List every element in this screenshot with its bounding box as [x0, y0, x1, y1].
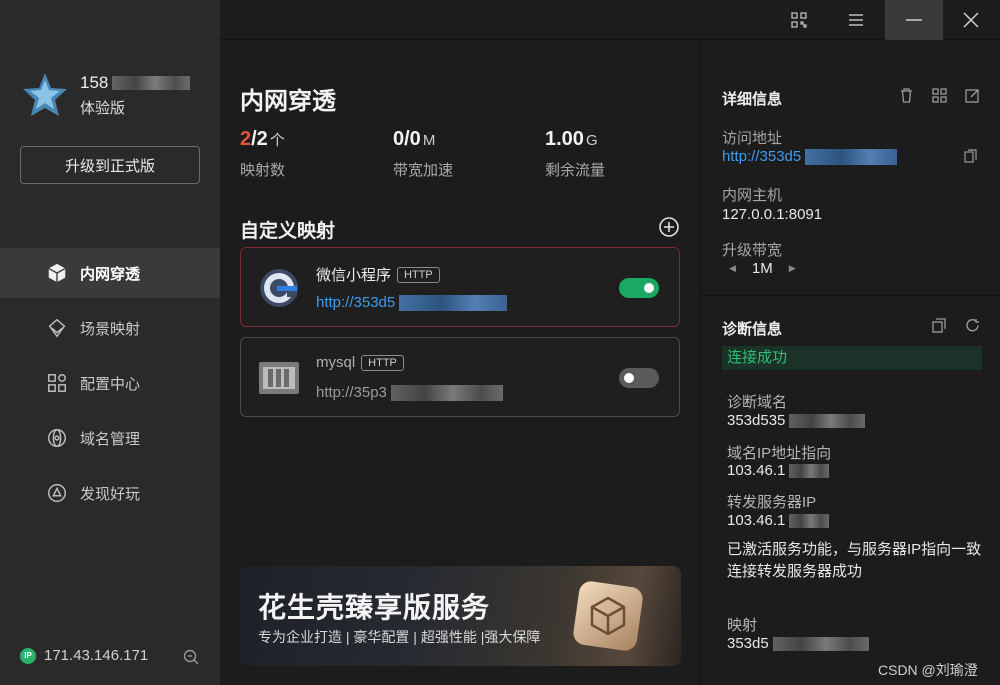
protocol-badge: HTTP: [397, 266, 440, 283]
sidebar: 158 体验版 升级到正式版 内网穿透 场景映射 配置中心 域名管理 发现好玩 …: [0, 0, 220, 685]
sidebar-item-domain[interactable]: 域名管理: [0, 413, 220, 463]
chevron-right-icon[interactable]: ▶: [789, 263, 796, 274]
scene-icon: [48, 318, 66, 338]
promo-banner[interactable]: 花生壳臻享版服务 专为企业打造 | 豪华配置 | 超强性能 |强大保障: [240, 566, 681, 666]
mapping-url[interactable]: http://353d5: [316, 294, 508, 311]
sidebar-item-config[interactable]: 配置中心: [0, 358, 220, 408]
qrcode-icon[interactable]: [932, 88, 947, 103]
user-profile: 158 体验版: [20, 70, 191, 120]
atom-icon: [48, 429, 66, 447]
qrcode-button[interactable]: [770, 0, 828, 40]
mapping-toggle-off[interactable]: [619, 368, 659, 388]
gold-cube-icon: [573, 581, 643, 651]
ip-status: IP 171.43.146.171: [20, 647, 148, 664]
discover-icon: [48, 484, 66, 502]
sidebar-nav: 内网穿透 场景映射 配置中心 域名管理 发现好玩: [0, 248, 220, 523]
stat-traffic: 1.00 G 剩余流量: [545, 128, 606, 179]
connection-status: 连接成功: [722, 346, 982, 370]
edition-label: 体验版: [80, 99, 126, 117]
diag-domain-value: 353d535: [727, 412, 866, 429]
copy-icon[interactable]: [932, 318, 947, 333]
diag-domain-label: 诊断域名: [727, 394, 788, 411]
database-server-icon: [259, 362, 299, 394]
stat-bandwidth: 0/0 M 带宽加速: [393, 128, 454, 179]
sidebar-item-scene[interactable]: 场景映射: [0, 303, 220, 353]
diagnosis-title: 诊断信息: [722, 321, 783, 338]
app-e-icon: [260, 269, 298, 307]
bandwidth-label: 升级带宽: [722, 242, 783, 259]
mapping-url[interactable]: http://35p3: [316, 384, 503, 401]
diag-ip-value: 103.46.1: [727, 462, 830, 479]
section-title: 自定义映射: [240, 221, 336, 242]
diag-fwd-value: 103.46.1: [727, 512, 830, 529]
mapping-card-mysql[interactable]: mysql HTTP http://35p3: [240, 337, 680, 417]
bandwidth-stepper[interactable]: ◀ 1M ▶: [729, 260, 812, 277]
delete-icon[interactable]: [899, 88, 914, 103]
detail-panel: 详细信息 访问地址 http://353d5 内网主机 127.0.0.1:80…: [700, 41, 1000, 685]
sidebar-item-tunnel[interactable]: 内网穿透: [0, 248, 220, 298]
ip-status-icon: IP: [20, 647, 36, 664]
close-icon: [963, 12, 979, 28]
ip-address: 171.43.146.171: [44, 647, 149, 664]
mapping-toggle-on[interactable]: [619, 278, 659, 298]
diagnosis-actions: [932, 318, 980, 333]
chevron-left-icon[interactable]: ◀: [729, 263, 736, 274]
diag-message: 已激活服务功能，与服务器IP指向一致 连接转发服务器成功: [727, 541, 982, 580]
title-bar: [220, 0, 1000, 40]
avatar-star-icon: [20, 70, 70, 120]
detail-actions: [899, 88, 980, 103]
copy-icon[interactable]: [964, 149, 977, 163]
host-value: 127.0.0.1:8091: [722, 206, 823, 223]
diag-fwd-label: 转发服务器IP: [727, 494, 817, 511]
diag-ip-label: 域名IP地址指向: [727, 445, 832, 462]
add-mapping-plus-icon[interactable]: [658, 216, 680, 238]
mapping-card-wechat[interactable]: 微信小程序 HTTP http://353d5: [240, 247, 680, 327]
minimize-icon: [906, 19, 922, 21]
app-window: 158 体验版 升级到正式版 内网穿透 场景映射 配置中心 域名管理 发现好玩 …: [0, 0, 1000, 685]
menu-button[interactable]: [827, 0, 885, 40]
diag-map-label: 映射: [727, 617, 758, 634]
minimize-button[interactable]: [885, 0, 943, 40]
user-phone: 158: [80, 73, 191, 93]
grid-icon: [48, 374, 66, 392]
hamburger-icon: [849, 14, 863, 26]
access-address-link[interactable]: http://353d5: [722, 148, 898, 165]
cube-icon: [48, 263, 66, 283]
watermark: CSDN @刘瑜澄: [878, 662, 978, 678]
detail-title: 详细信息: [722, 91, 783, 108]
qrcode-icon: [791, 12, 807, 28]
upgrade-button[interactable]: 升级到正式版: [20, 146, 200, 184]
page-title: 内网穿透: [240, 88, 336, 115]
sidebar-item-discover[interactable]: 发现好玩: [0, 468, 220, 518]
access-address-label: 访问地址: [722, 130, 783, 147]
main-panel: 内网穿透 2/2 个 映射数 0/0 M 带宽加速 1.00 G 剩余流量 自定义映射…: [220, 41, 700, 685]
stat-mappings: 2/2 个 映射数: [240, 128, 286, 179]
protocol-badge: HTTP: [361, 354, 404, 371]
close-button[interactable]: [942, 0, 1000, 40]
refresh-icon[interactable]: [965, 318, 980, 333]
diag-map-value: 353d5: [727, 635, 869, 652]
edit-icon[interactable]: [965, 88, 980, 103]
host-label: 内网主机: [722, 187, 783, 204]
refresh-search-icon[interactable]: [182, 648, 200, 666]
